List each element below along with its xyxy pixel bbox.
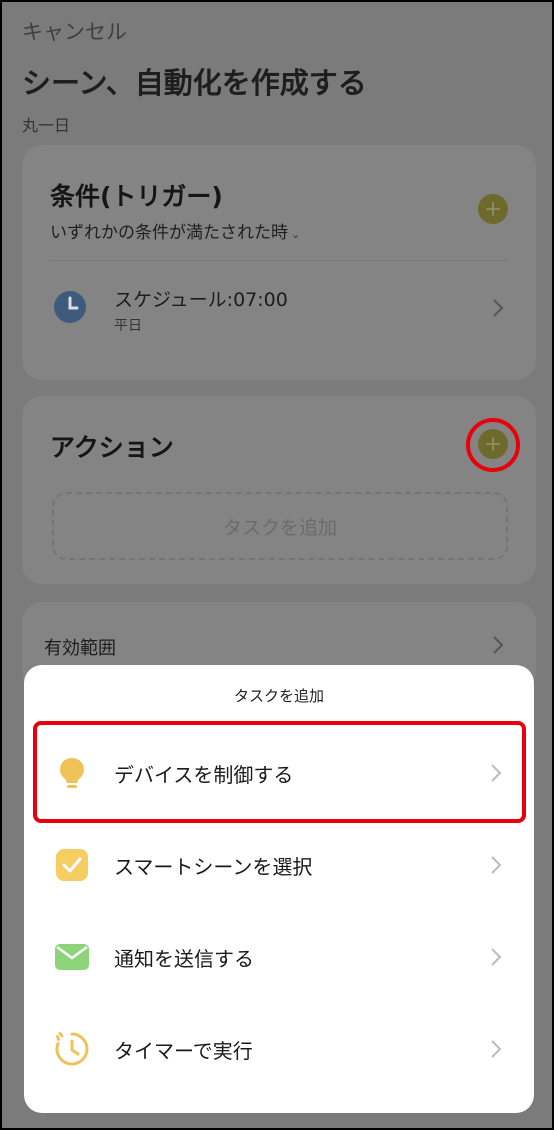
schedule-condition-item[interactable]: スケジュール:07:00 [114, 285, 288, 312]
checkbox-icon [56, 849, 88, 881]
divider [50, 260, 508, 261]
condition-card: 条件(トリガー) いずれかの条件が満たされた時 ⌄ スケジュール:07:00 平日 [22, 145, 536, 380]
send-notification-option[interactable]: 通知を送信する [24, 913, 534, 1001]
highlight-rectangle [33, 721, 526, 823]
schedule-repeat-label: 平日 [114, 318, 142, 334]
page-title: シーン、自動化を作成する [22, 66, 367, 100]
option-label: 通知を送信する [114, 947, 254, 971]
app-screen: キャンセル シーン、自動化を作成する 丸一日 条件(トリガー) いずれかの条件が… [0, 0, 554, 1130]
chevron-down-icon: ⌄ [291, 228, 301, 241]
option-label: スマートシーンを選択 [114, 855, 313, 879]
chevron-right-icon[interactable] [492, 298, 504, 318]
select-smart-scene-option[interactable]: スマートシーンを選択 [24, 821, 534, 909]
timer-icon [55, 1032, 89, 1066]
plus-icon [486, 202, 500, 216]
scope-label: 有効範囲 [44, 638, 116, 659]
chevron-right-icon [491, 1040, 502, 1058]
option-label: タイマーで実行 [114, 1039, 253, 1063]
cancel-button[interactable]: キャンセル [22, 16, 127, 46]
highlight-circle [466, 418, 520, 472]
sheet-title: タスクを追加 [233, 687, 324, 705]
condition-title: 条件(トリガー) [50, 182, 223, 211]
clock-icon [54, 291, 86, 323]
envelope-icon [55, 944, 89, 970]
add-task-placeholder[interactable]: タスクを追加 [52, 492, 508, 560]
chevron-right-icon [491, 948, 502, 966]
chevron-right-icon [491, 856, 502, 874]
add-condition-button[interactable] [478, 194, 508, 224]
add-task-sheet: タスクを追加 デバイスを制御する スマートシーンを選択 通知を送信する タイマー… [24, 665, 534, 1113]
run-on-timer-option[interactable]: タイマーで実行 [24, 1005, 534, 1093]
chevron-right-icon [493, 636, 504, 654]
schedule-summary: 丸一日 [22, 116, 71, 135]
condition-mode-selector[interactable]: いずれかの条件が満たされた時 ⌄ [50, 218, 300, 243]
action-card: アクション タスクを追加 [22, 396, 536, 584]
action-title: アクション [50, 433, 174, 462]
condition-mode-label: いずれかの条件が満たされた時 [50, 223, 288, 243]
